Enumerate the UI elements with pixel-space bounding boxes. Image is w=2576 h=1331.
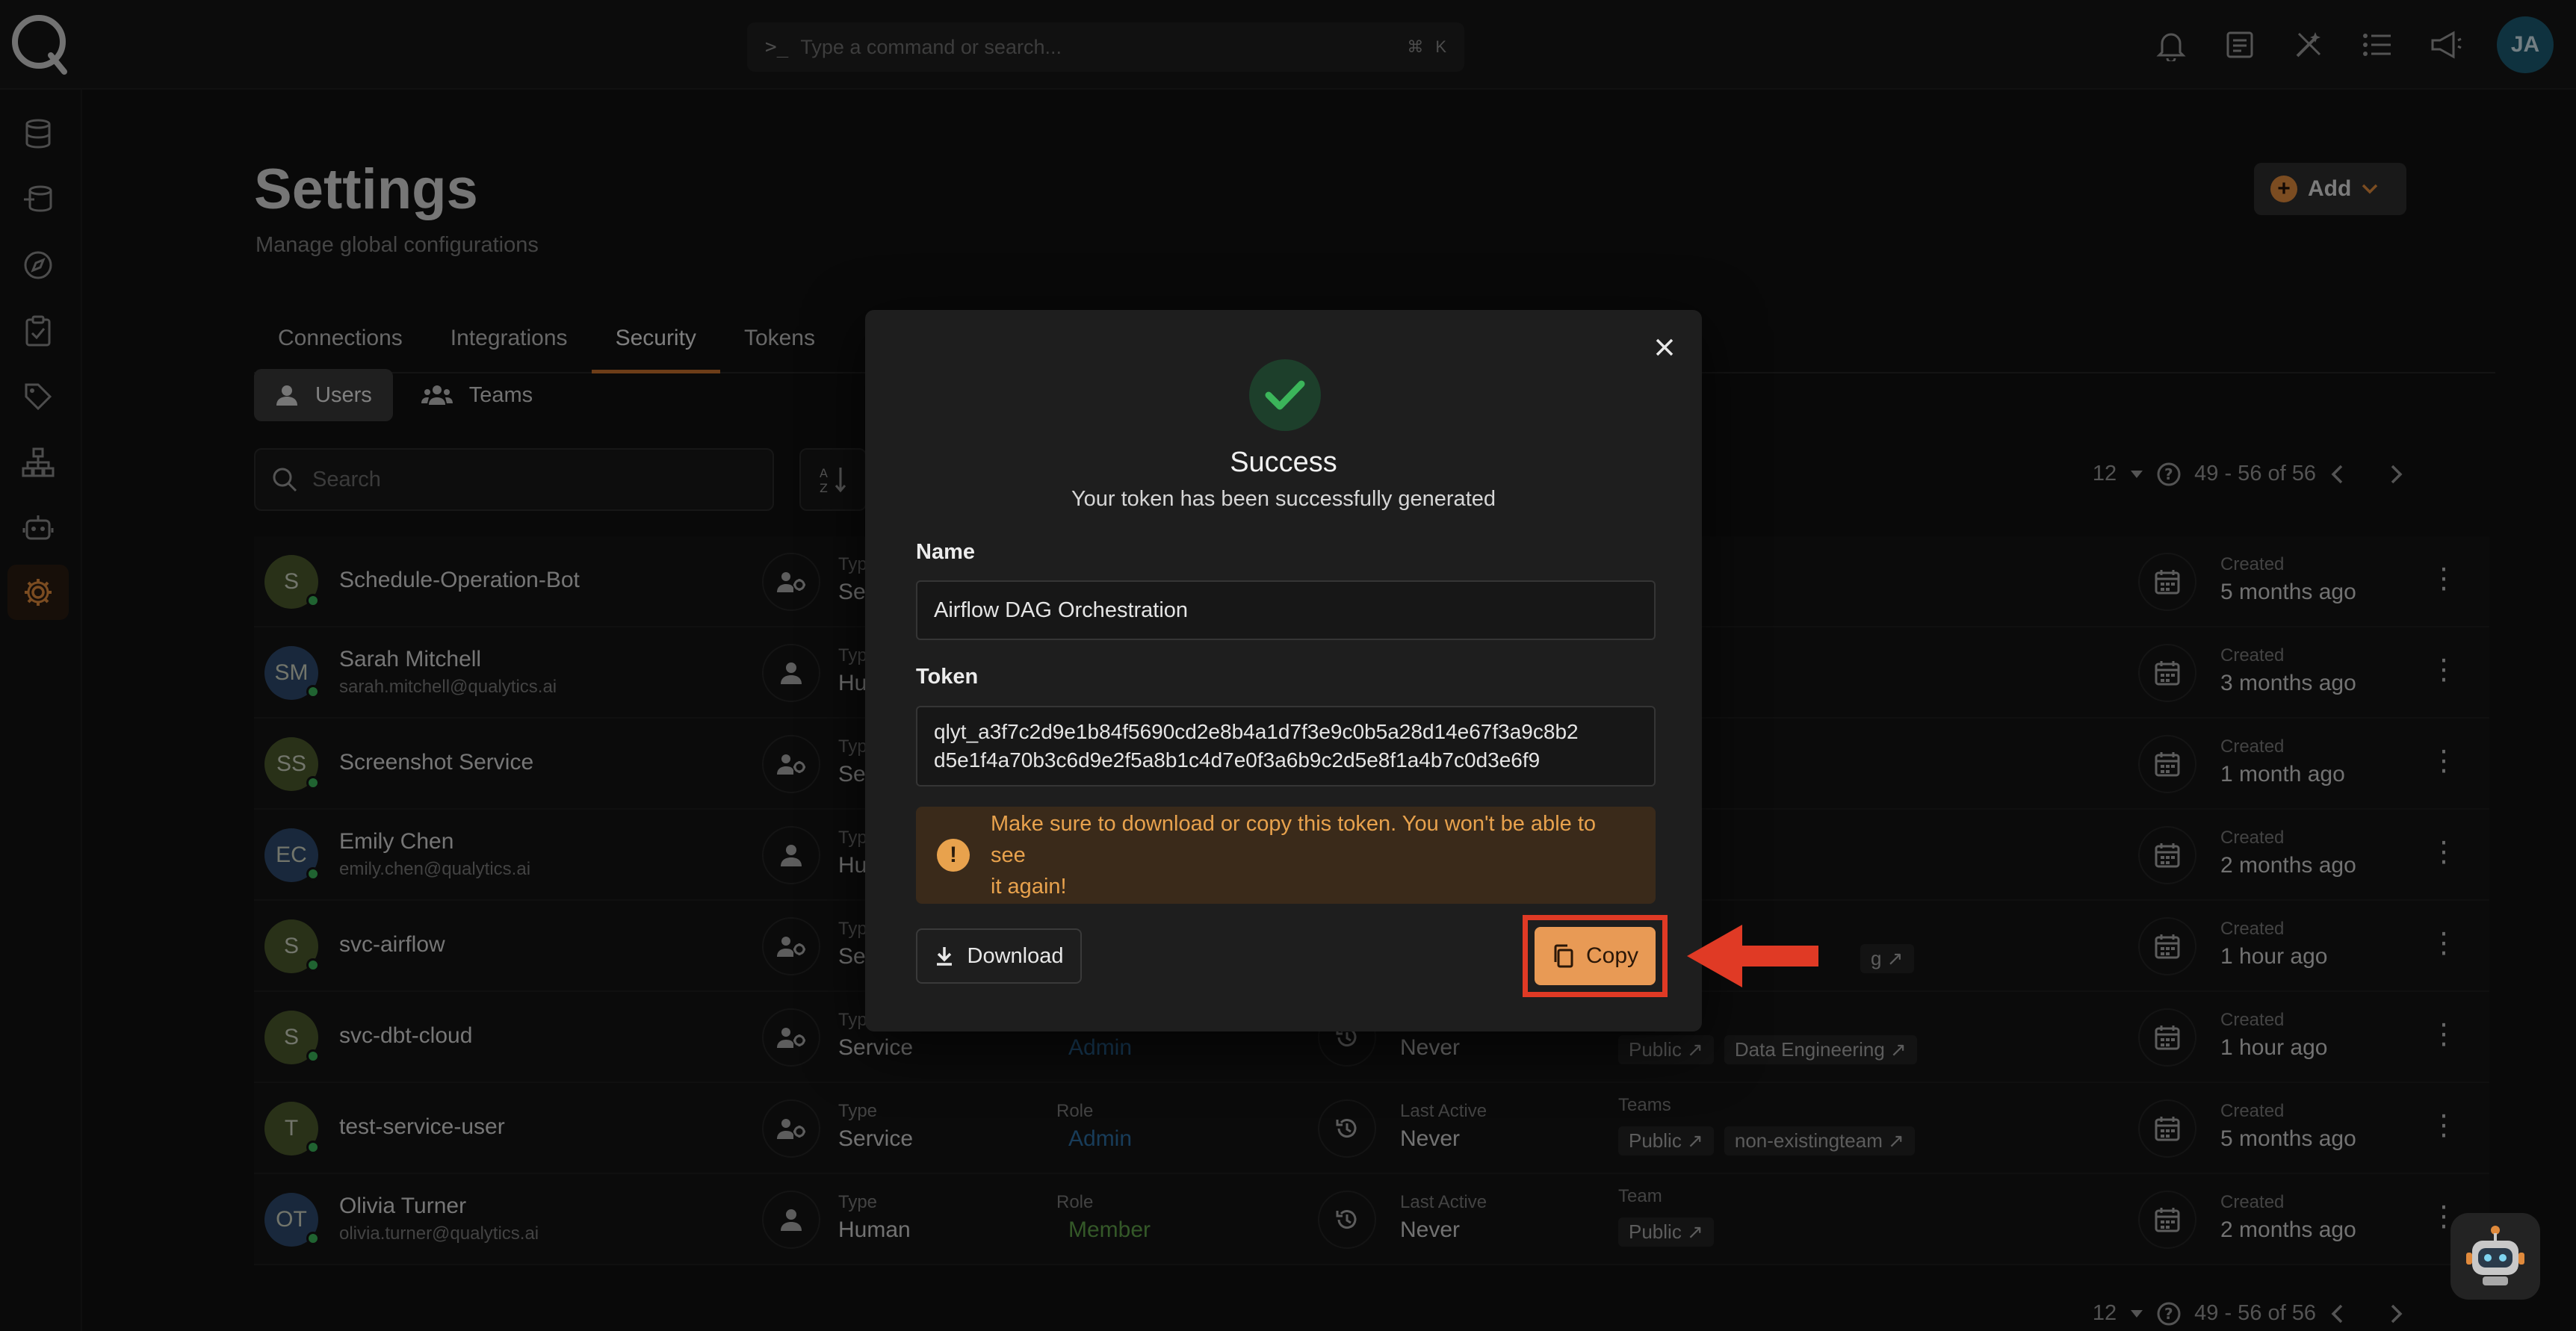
token-success-modal: Success Your token has been successfully… <box>865 310 1702 1031</box>
token-value-line-2: d5e1f4a70b3c6d9e2f5a8b1c4d7e0f3a6b9c2d5e… <box>934 748 1541 772</box>
token-label: Token <box>916 665 979 689</box>
warning-text: Make sure to download or copy this token… <box>991 808 1635 902</box>
close-icon[interactable] <box>1650 332 1679 362</box>
success-check-icon <box>1249 359 1321 431</box>
download-icon <box>936 947 952 966</box>
token-value-line-1: qlyt_a3f7c2d9e1b84f5690cd2e8b4a1d7f3e9c0… <box>934 720 1579 743</box>
name-label: Name <box>916 540 975 564</box>
download-button[interactable]: Download <box>916 928 1082 984</box>
copy-button[interactable]: Copy <box>1535 927 1656 985</box>
annotation-arrow-icon <box>1687 925 1818 987</box>
warning-text-line-2: it again! <box>991 875 1067 899</box>
download-button-label: Download <box>967 943 1064 968</box>
modal-title: Success <box>1230 447 1337 478</box>
token-name-value: Airflow DAG Orchestration <box>934 598 1189 622</box>
warning-icon: ! <box>937 839 970 872</box>
token-name-field[interactable]: Airflow DAG Orchestration <box>916 580 1656 640</box>
modal-subtitle: Your token has been successfully generat… <box>1071 487 1496 511</box>
copy-button-label: Copy <box>1585 943 1639 968</box>
copy-icon <box>1554 944 1573 968</box>
assistant-bot-button[interactable] <box>2450 1213 2540 1300</box>
robot-assistant-icon <box>2466 1226 2524 1285</box>
token-warning-banner: ! Make sure to download or copy this tok… <box>916 807 1656 904</box>
token-value-field[interactable]: qlyt_a3f7c2d9e1b84f5690cd2e8b4a1d7f3e9c0… <box>916 706 1656 786</box>
warning-text-line-1: Make sure to download or copy this token… <box>991 812 1597 867</box>
